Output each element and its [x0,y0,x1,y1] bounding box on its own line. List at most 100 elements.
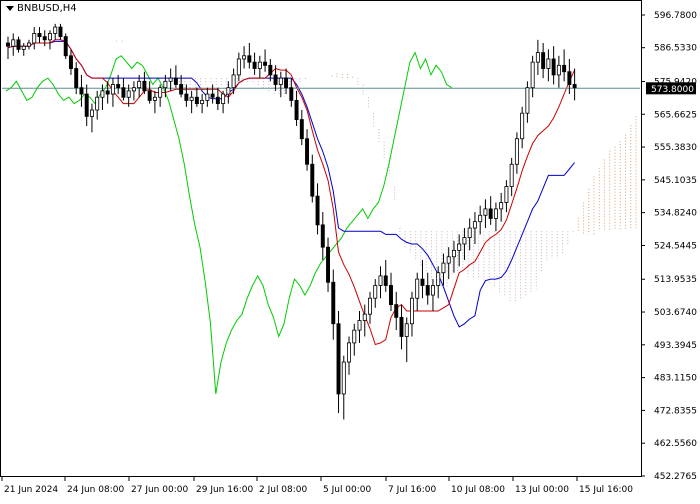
candle-body [499,202,504,210]
x-tick-label: 24 Jun 08:00 [67,485,124,495]
candle-body [368,297,372,315]
y-tick-label: 503.6740 [654,308,697,318]
candle-body [425,285,430,296]
candle-body [32,33,37,44]
candle-body [263,61,268,66]
candle-body [315,195,320,226]
candle-body [436,272,441,286]
price-axis: 596.7800586.5330575.9420565.6625555.3830… [641,11,697,482]
candle-body [95,96,100,111]
candle-body [11,39,16,47]
candle-body [68,55,73,69]
candle-body [483,208,488,216]
candle-body [6,42,10,47]
candle-body [310,163,315,197]
ichimoku-chart[interactable]: 596.7800586.5330575.9420565.6625555.3830… [0,0,700,500]
candle-body [535,52,540,63]
x-tick-label: 2 Jul 08:00 [259,485,308,495]
x-tick-label: 21 Jun 2024 [4,485,58,495]
candle-body [100,90,105,98]
candle-body [194,96,199,105]
price-tag-text: 573.8000 [651,85,694,95]
candle-body [320,224,325,248]
y-tick-label: 524.5445 [654,241,697,251]
candle-body [347,342,351,363]
candle-body [472,221,477,229]
candle-body [415,278,420,299]
symbol-label: BNBUSD,H4 [6,3,77,14]
candle-body [514,138,519,165]
candle-body [226,87,231,95]
candle-body [525,87,530,114]
y-tick-label: 565.6625 [654,110,697,120]
candle-body [247,55,252,63]
x-tick-label: 27 Jun 00:00 [131,485,188,495]
candle-body [352,329,357,344]
x-tick-label: 13 Jul 00:00 [515,485,569,495]
y-tick-label: 462.5560 [654,439,697,449]
y-tick-label: 493.3945 [654,341,697,351]
candle-body [478,214,483,223]
candle-body [404,323,409,337]
candle-body [278,77,283,85]
candle-body [210,93,215,98]
candle-body [389,285,393,306]
candle-body [420,278,425,286]
candle-body [63,36,68,57]
candle-body [236,58,241,76]
x-tick-label: 7 Jul 16:00 [388,485,437,495]
candle-body [362,313,367,321]
candle-body [273,74,278,85]
candle-body [179,84,184,95]
candle-body [205,93,210,101]
candle-body [74,68,79,89]
candle-body [556,64,561,76]
candle-body [268,64,273,76]
candle-body [446,256,451,264]
candle-body [42,36,47,41]
candle-body [336,323,341,395]
candle-body [110,84,115,95]
candle-body [504,186,509,203]
candle-body [299,119,304,140]
time-axis: 21 Jun 2024 24 Jun 08:00 27 Jun 00:00 29 Ju… [1,477,633,495]
candle-body [399,316,404,337]
candle-body [168,77,173,82]
candle-body [37,33,42,38]
candle-body [105,90,110,95]
candle-body [567,71,572,85]
candle-body [142,80,147,92]
x-tick-label: 29 Jun 16:00 [196,485,253,495]
candle-body [441,262,446,274]
candle-body [546,58,551,69]
y-tick-label: 596.7800 [654,11,697,21]
candle-body [173,77,178,85]
chart-area[interactable]: 596.7800586.5330575.9420565.6625555.3830… [0,0,700,500]
candle-body [378,275,383,286]
candle-body [357,320,362,331]
candle-body [467,227,472,239]
x-tick-label: 5 Jul 00:00 [323,485,372,495]
candle-body [457,243,462,251]
candle-body [158,87,163,98]
candle-body [184,93,189,101]
candle-body [163,80,168,89]
candle-body [58,26,63,38]
x-tick-label: 15 Jul 16:00 [579,485,633,495]
candle-body [572,84,577,89]
candle-body [373,285,378,299]
candle-body [21,45,26,50]
candle-body [562,64,567,73]
candle-body [341,361,346,395]
candle-body [84,93,89,117]
candle-body [509,163,514,187]
candle-body [231,74,236,89]
candle-body [215,96,220,105]
candle-body [289,87,294,101]
candle-body [257,61,262,69]
candle-body [430,285,435,296]
candle-body [326,246,331,283]
dropdown-triangle-icon[interactable] [6,6,14,11]
y-tick-label: 534.8240 [654,209,697,219]
candle-body [121,87,126,98]
